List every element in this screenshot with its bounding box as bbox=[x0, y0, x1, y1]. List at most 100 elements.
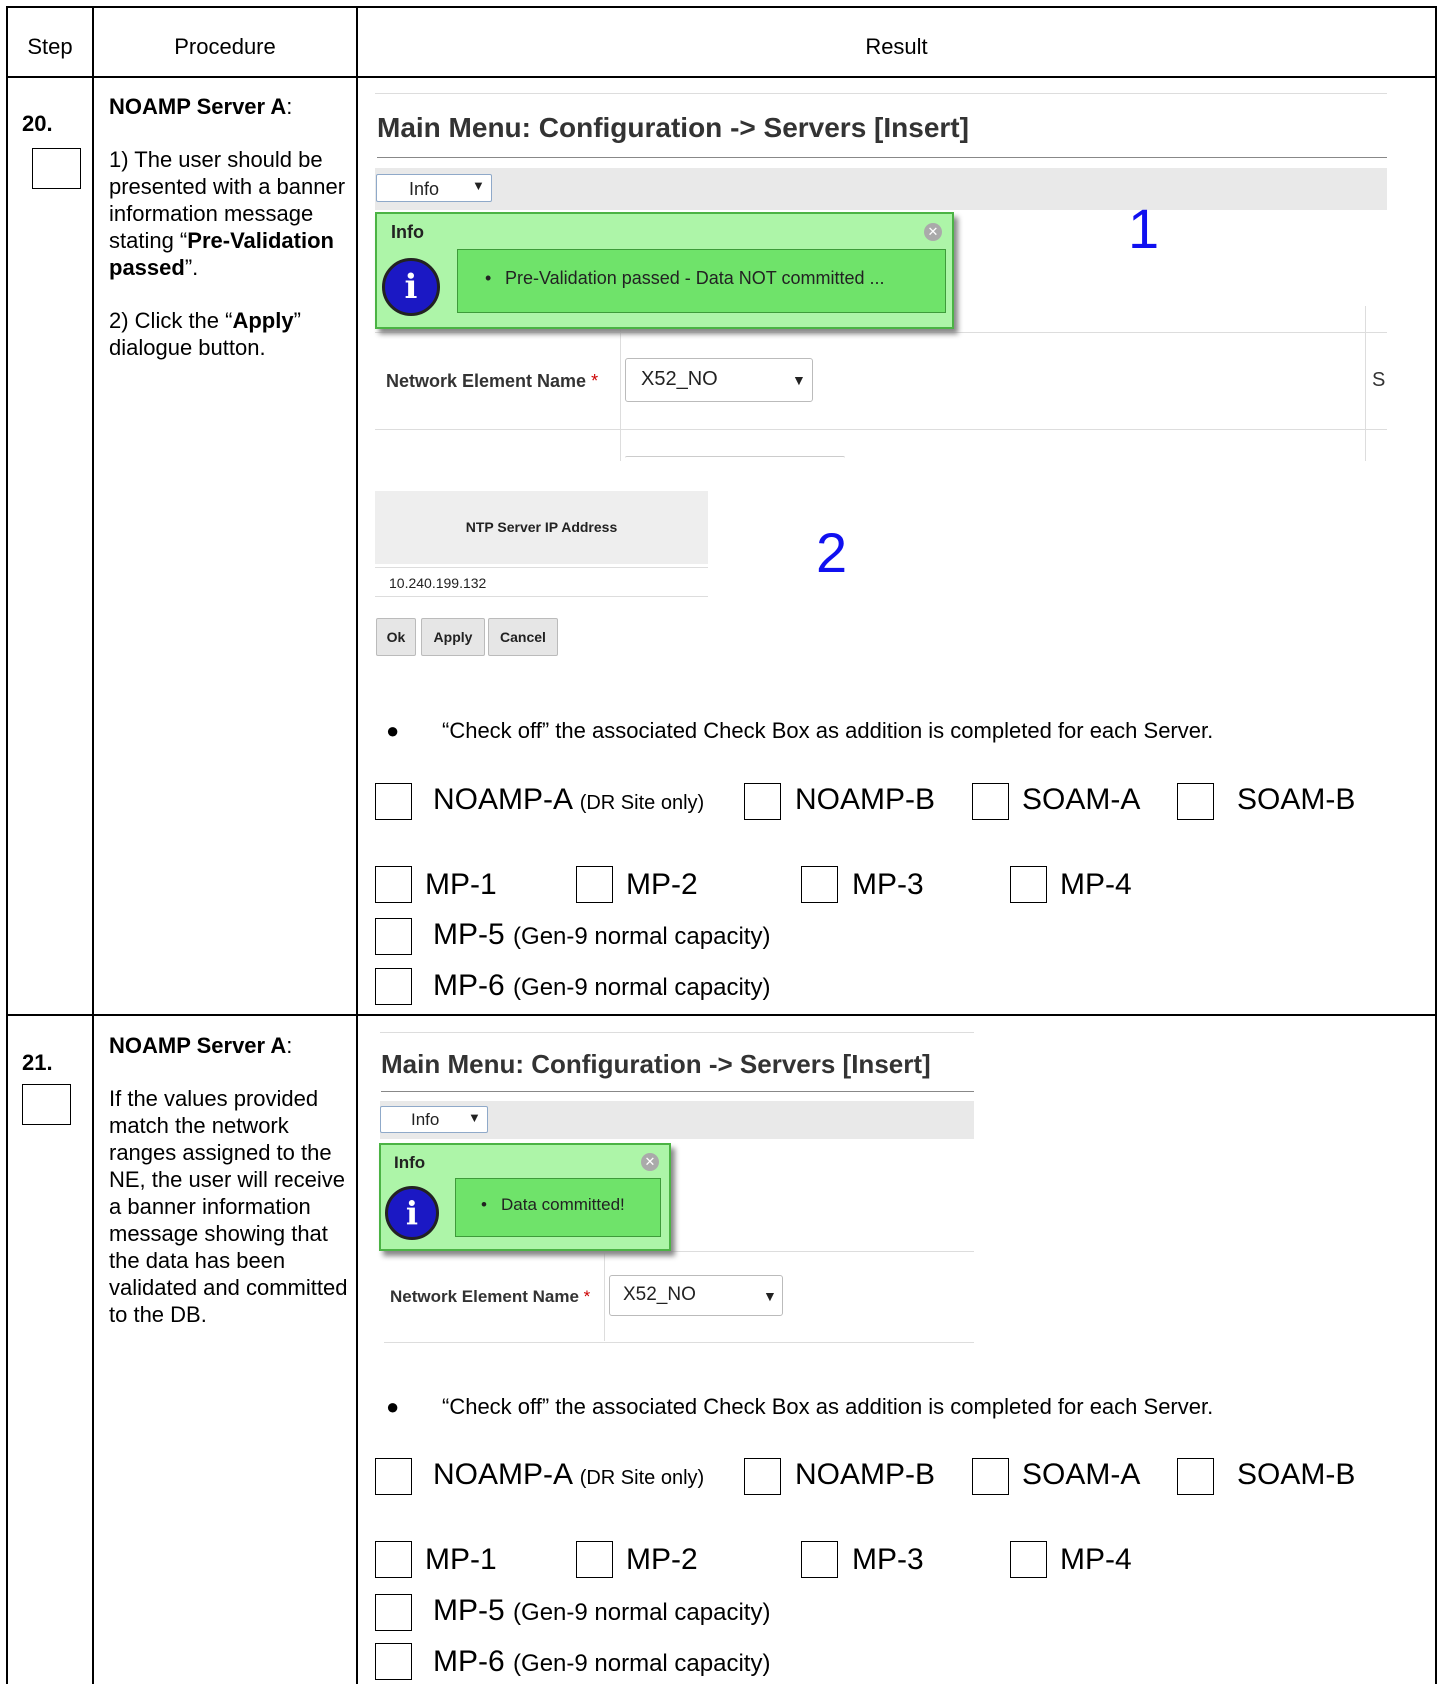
checkbox-mp-6[interactable] bbox=[375, 1643, 412, 1680]
table-border-top bbox=[6, 6, 1437, 8]
info-icon: i bbox=[382, 258, 440, 316]
info-message-box: • Pre-Validation passed - Data NOT commi… bbox=[457, 249, 946, 313]
page-title: Main Menu: Configuration -> Servers [Ins… bbox=[381, 1049, 931, 1079]
checkbox-noamp-a[interactable] bbox=[375, 783, 412, 820]
procedure-punct: ”. bbox=[184, 255, 199, 280]
info-message-box: • Data committed! bbox=[455, 1178, 661, 1237]
table-border-left bbox=[6, 6, 8, 1684]
ne-name-select[interactable]: X52_NO ▼ bbox=[625, 358, 813, 402]
header-procedure: Procedure bbox=[174, 34, 276, 59]
procedure-title: NOAMP Server A bbox=[109, 1033, 287, 1058]
bullet-icon: ● bbox=[386, 718, 400, 743]
ntp-value-cell: 10.240.199.132 bbox=[375, 567, 708, 597]
cancel-button[interactable]: Cancel bbox=[488, 618, 558, 656]
table-col-divider-1 bbox=[92, 6, 94, 1684]
callout-number-2: 2 bbox=[816, 521, 848, 584]
procedure-text: NOAMP Server A: 1) The user should be pr… bbox=[109, 94, 346, 360]
checkbox-soam-b[interactable] bbox=[1177, 783, 1214, 820]
checkbox-noamp-b[interactable] bbox=[744, 783, 781, 820]
title-rule bbox=[381, 1091, 974, 1092]
ne-name-select[interactable]: X52_NO ▼ bbox=[609, 1275, 783, 1316]
checkbox-label-noamp-b: NOAMP-B bbox=[795, 1458, 936, 1491]
checkbox-label-noamp-a: NOAMP-A (DR Site only) bbox=[433, 1458, 705, 1491]
checkbox-label-mp-5: MP-5 (Gen-9 normal capacity) bbox=[433, 918, 771, 951]
checkbox-mp-5[interactable] bbox=[375, 1594, 412, 1631]
table-header-divider bbox=[6, 76, 1437, 78]
checkbox-label-mp-4: MP-4 bbox=[1060, 1543, 1132, 1576]
header-result: Result bbox=[865, 34, 928, 59]
instruction-text: “Check off” the associated Check Box as … bbox=[442, 718, 1214, 743]
checkbox-mp-5[interactable] bbox=[375, 918, 412, 955]
info-dropdown-button[interactable]: Info ▼ bbox=[380, 1106, 488, 1133]
form-col-divider bbox=[1365, 306, 1366, 461]
checkbox-mp-4[interactable] bbox=[1010, 866, 1047, 903]
info-panel-title: Info bbox=[394, 1153, 426, 1172]
close-icon[interactable]: ✕ bbox=[641, 1153, 659, 1171]
checkbox-label-mp-2: MP-2 bbox=[626, 1543, 698, 1576]
checkbox-label-soam-a: SOAM-A bbox=[1022, 783, 1141, 816]
table-border-right bbox=[1435, 6, 1437, 1684]
info-button-label: Info bbox=[411, 1110, 440, 1129]
step-number: 21. bbox=[22, 1050, 53, 1075]
checkbox-mp-3[interactable] bbox=[801, 866, 838, 903]
apply-button[interactable]: Apply bbox=[421, 618, 485, 656]
checkbox-noamp-b[interactable] bbox=[744, 1458, 781, 1495]
header-step: Step bbox=[27, 34, 73, 59]
checkbox-mp-2[interactable] bbox=[576, 1541, 613, 1578]
dr-site-note: (DR Site only) bbox=[579, 792, 705, 814]
close-icon[interactable]: ✕ bbox=[924, 223, 942, 241]
checkbox-label-mp-2: MP-2 bbox=[626, 868, 698, 901]
checkbox-mp-4[interactable] bbox=[1010, 1541, 1047, 1578]
checkbox-soam-b[interactable] bbox=[1177, 1458, 1214, 1495]
checkbox-label-noamp-a: NOAMP-A (DR Site only) bbox=[433, 783, 705, 816]
step-number: 20. bbox=[22, 111, 53, 136]
dr-site-note: (DR Site only) bbox=[579, 1467, 705, 1489]
caret-down-icon: ▼ bbox=[472, 178, 485, 193]
checkbox-mp-2[interactable] bbox=[576, 866, 613, 903]
checkbox-mp-6[interactable] bbox=[375, 968, 412, 1005]
checkbox-noamp-a[interactable] bbox=[375, 1458, 412, 1495]
info-dropdown-button[interactable]: Info ▼ bbox=[376, 174, 492, 202]
table-row-divider bbox=[6, 1014, 1437, 1016]
info-panel: Info ✕ i • Data committed! bbox=[379, 1143, 671, 1251]
info-icon: i bbox=[385, 1186, 439, 1240]
page-title: Main Menu: Configuration -> Servers [Ins… bbox=[377, 112, 969, 143]
checkbox-mp-1[interactable] bbox=[375, 866, 412, 903]
title-rule bbox=[377, 157, 1387, 158]
bullet-icon: • bbox=[481, 1195, 487, 1214]
checkbox-label-mp-1: MP-1 bbox=[425, 1543, 497, 1576]
checkbox-soam-a[interactable] bbox=[972, 783, 1009, 820]
checkbox-soam-a[interactable] bbox=[972, 1458, 1009, 1495]
screenshot-top-edge bbox=[380, 1032, 974, 1033]
checkbox-label-mp-3: MP-3 bbox=[852, 1543, 924, 1576]
checkbox-mp-1[interactable] bbox=[375, 1541, 412, 1578]
checkbox-mp-3[interactable] bbox=[801, 1541, 838, 1578]
ok-button[interactable]: Ok bbox=[376, 618, 416, 656]
form-col-divider bbox=[620, 306, 621, 461]
checkbox-label-soam-b: SOAM-B bbox=[1237, 783, 1356, 816]
procedure-text: NOAMP Server A: If the values provided m… bbox=[109, 1033, 348, 1327]
gen-note: (Gen-9 normal capacity) bbox=[513, 974, 771, 1001]
bullet-icon: • bbox=[485, 268, 492, 288]
info-message: Data committed! bbox=[501, 1195, 625, 1214]
step-checkbox[interactable] bbox=[32, 148, 81, 189]
checkbox-label-mp-6: MP-6 (Gen-9 normal capacity) bbox=[433, 969, 771, 1002]
gen-note: (Gen-9 normal capacity) bbox=[513, 923, 771, 950]
info-panel: Info ✕ i • Pre-Validation passed - Data … bbox=[375, 212, 954, 329]
info-panel-title: Info bbox=[391, 222, 424, 242]
gen-note: (Gen-9 normal capacity) bbox=[513, 1650, 771, 1677]
checkbox-label-soam-a: SOAM-A bbox=[1022, 1458, 1141, 1491]
step-checkbox[interactable] bbox=[22, 1084, 71, 1125]
procedure-description: If the values provided match the network… bbox=[109, 1086, 348, 1327]
cut-off-label: S bbox=[1372, 369, 1386, 391]
procedure-title: NOAMP Server A bbox=[109, 94, 287, 119]
bullet-icon: ● bbox=[386, 1394, 400, 1419]
checkbox-label-mp-6: MP-6 (Gen-9 normal capacity) bbox=[433, 1645, 771, 1678]
caret-down-icon: ▼ bbox=[763, 1288, 777, 1304]
callout-number-1: 1 bbox=[1128, 197, 1160, 260]
cut-off-field bbox=[625, 456, 845, 460]
checkbox-label-noamp-b: NOAMP-B bbox=[795, 783, 936, 816]
checkbox-label-mp-1: MP-1 bbox=[425, 868, 497, 901]
checkbox-label-mp-5: MP-5 (Gen-9 normal capacity) bbox=[433, 1594, 771, 1627]
ne-select-value: X52_NO bbox=[641, 368, 718, 390]
